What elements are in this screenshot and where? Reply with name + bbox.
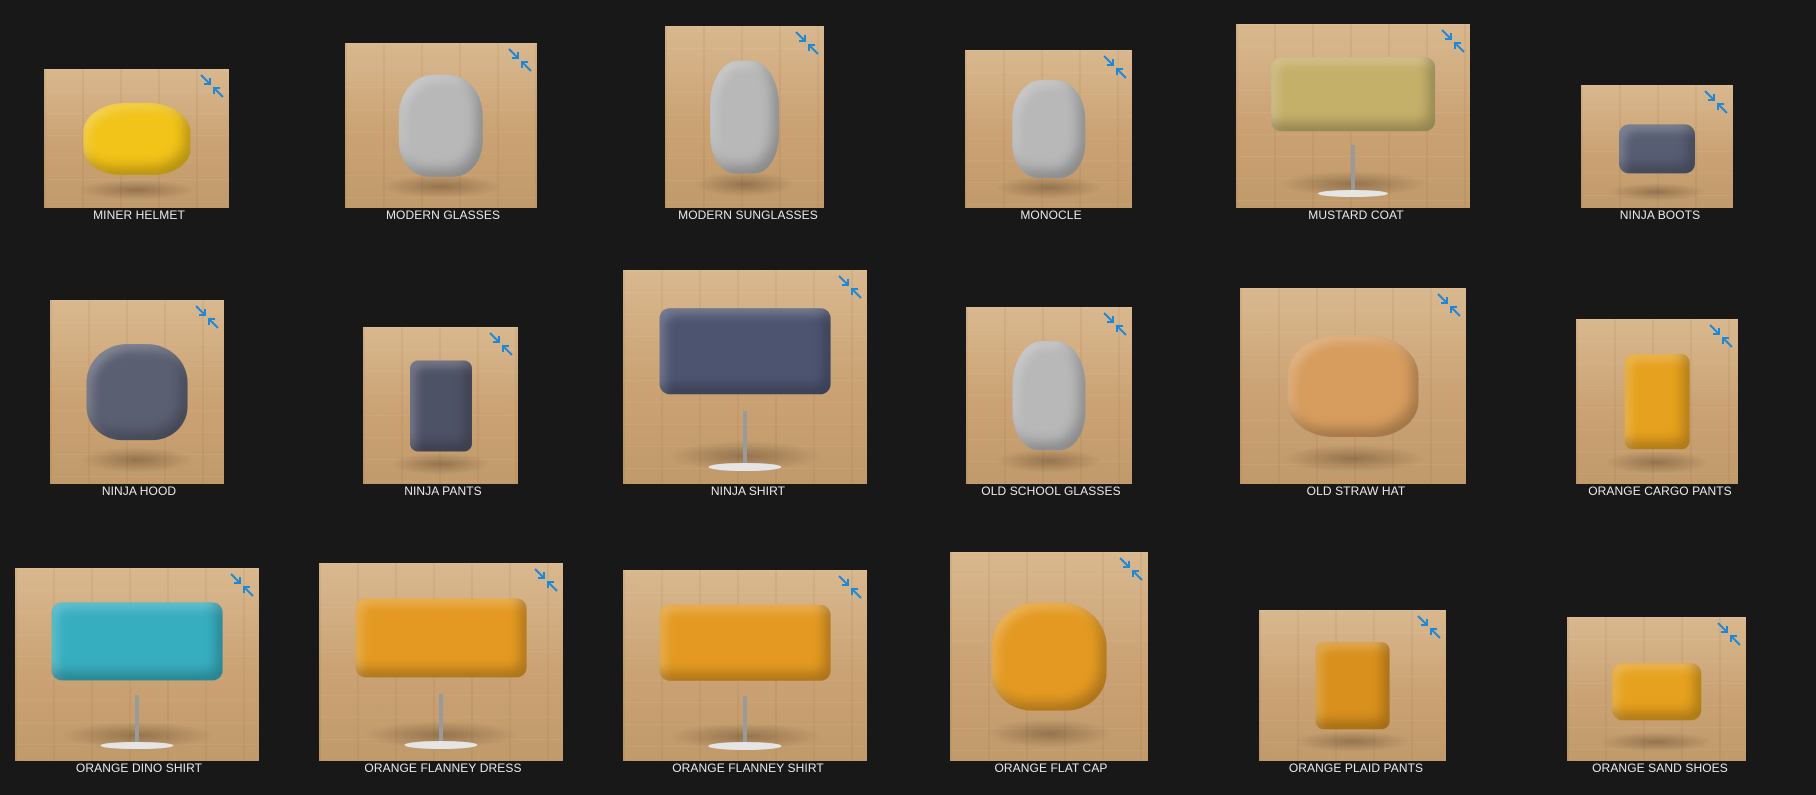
shirt-icon <box>51 602 223 680</box>
glasses-icon <box>1012 340 1086 451</box>
item-shadow <box>1280 444 1426 473</box>
thumbnail-tile[interactable] <box>950 552 1148 761</box>
thumbnail-tile[interactable] <box>965 50 1132 208</box>
glasses-icon <box>398 74 484 177</box>
item-shadow <box>985 719 1113 749</box>
file-thumbnail-grid: MINER HELMET MODERN GLASSES MODERN SUNGLAS… <box>0 0 1816 795</box>
thumbnail-label: MINER HELMET <box>93 208 185 222</box>
thumbnail-label: ORANGE CARGO PANTS <box>1588 484 1732 498</box>
mannequin-stand <box>743 696 747 746</box>
collapse-arrows-icon <box>1717 622 1741 646</box>
thumbnail-label: NINJA SHIRT <box>710 484 786 498</box>
mannequin-base <box>100 741 174 750</box>
thumbnail-tile[interactable] <box>1236 24 1470 208</box>
mannequin-base <box>708 462 782 472</box>
thumbnail-tile[interactable] <box>1581 85 1733 208</box>
item-shadow <box>77 180 196 200</box>
item-shadow <box>81 447 193 473</box>
item-shadow <box>1292 730 1413 752</box>
thumbnail-tile[interactable] <box>966 307 1132 484</box>
shirt-icon <box>1271 57 1435 131</box>
hat-icon <box>82 102 191 175</box>
thumbnail-tile[interactable] <box>1576 319 1738 484</box>
collapse-arrows-icon <box>200 74 224 98</box>
item-shadow <box>1599 732 1714 753</box>
thumbnail-label: ORANGE SAND SHOES <box>1592 761 1728 775</box>
mannequin-base <box>708 741 782 750</box>
pants-icon <box>409 359 472 452</box>
hat-icon <box>86 344 188 440</box>
glasses-icon <box>1011 80 1086 178</box>
collapse-arrows-icon <box>838 275 862 299</box>
thumbnail-label: MUSTARD COAT <box>1308 208 1404 222</box>
mannequin-stand <box>135 695 139 746</box>
collapse-arrows-icon <box>230 573 254 597</box>
collapse-arrows-icon <box>1103 312 1127 336</box>
thumbnail-tile[interactable] <box>345 43 537 208</box>
thumbnail-tile[interactable] <box>1259 610 1446 761</box>
glasses-icon <box>709 60 780 174</box>
thumbnail-label: MODERN SUNGLASSES <box>678 208 818 222</box>
collapse-arrows-icon <box>508 48 532 72</box>
thumbnail-tile[interactable] <box>1240 288 1466 484</box>
shirt-icon <box>659 308 831 395</box>
thumbnail-label: ORANGE FLANNEY DRESS <box>364 761 522 775</box>
collapse-arrows-icon <box>1441 29 1465 53</box>
collapse-arrows-icon <box>1103 55 1127 79</box>
pants-icon <box>1315 641 1390 730</box>
collapse-arrows-icon <box>1119 557 1143 581</box>
item-shadow <box>693 171 796 198</box>
thumbnail-label: MODERN GLASSES <box>385 208 501 222</box>
thumbnail-tile[interactable] <box>363 327 518 484</box>
thumbnail-label: MONOCLE <box>1020 208 1082 222</box>
thumbnail-label: ORANGE FLAT CAP <box>994 761 1108 775</box>
collapse-arrows-icon <box>795 31 819 55</box>
item-shadow <box>1605 451 1709 475</box>
item-shadow <box>379 175 503 199</box>
thumbnail-tile[interactable] <box>623 270 867 484</box>
thumbnail-label: ORANGE FLANNEY SHIRT <box>672 761 824 775</box>
collapse-arrows-icon <box>838 575 862 599</box>
pants-icon <box>1624 353 1690 450</box>
collapse-arrows-icon <box>1704 90 1728 114</box>
mannequin-stand <box>743 411 747 467</box>
shoes-icon <box>1611 663 1702 721</box>
collapse-arrows-icon <box>1709 324 1733 348</box>
mannequin-base <box>404 741 478 750</box>
thumbnail-tile[interactable] <box>319 563 563 761</box>
hat-icon <box>1287 335 1419 437</box>
collapse-arrows-icon <box>195 305 219 329</box>
item-shadow <box>390 452 491 475</box>
mannequin-stand <box>439 693 443 746</box>
thumbnail-label: ORANGE PLAID PANTS <box>1288 761 1424 775</box>
thumbnail-tile[interactable] <box>665 26 824 208</box>
mannequin-stand <box>1351 145 1355 194</box>
thumbnail-tile[interactable] <box>1567 617 1746 761</box>
collapse-arrows-icon <box>534 568 558 592</box>
thumbnail-label: NINJA BOOTS <box>1619 208 1701 222</box>
collapse-arrows-icon <box>489 332 513 356</box>
thumbnail-label: NINJA PANTS <box>404 484 482 498</box>
thumbnail-tile[interactable] <box>50 300 224 484</box>
collapse-arrows-icon <box>1417 615 1441 639</box>
item-shadow <box>995 176 1102 199</box>
shirt-icon <box>659 604 831 681</box>
thumbnail-label: NINJA HOOD <box>101 484 177 498</box>
thumbnail-label: OLD SCHOOL GLASSES <box>981 484 1121 498</box>
hat-icon <box>991 602 1107 711</box>
thumbnail-tile[interactable] <box>623 570 867 761</box>
thumbnail-label: ORANGE DINO SHIRT <box>75 761 203 775</box>
thumbnail-tile[interactable] <box>44 69 229 208</box>
shirt-icon <box>355 598 527 678</box>
thumbnail-tile[interactable] <box>15 568 259 761</box>
collapse-arrows-icon <box>1437 293 1461 317</box>
item-shadow <box>995 448 1103 474</box>
item-shadow <box>1608 183 1706 201</box>
shoes-icon <box>1619 124 1695 174</box>
thumbnail-label: OLD STRAW HAT <box>1306 484 1406 498</box>
